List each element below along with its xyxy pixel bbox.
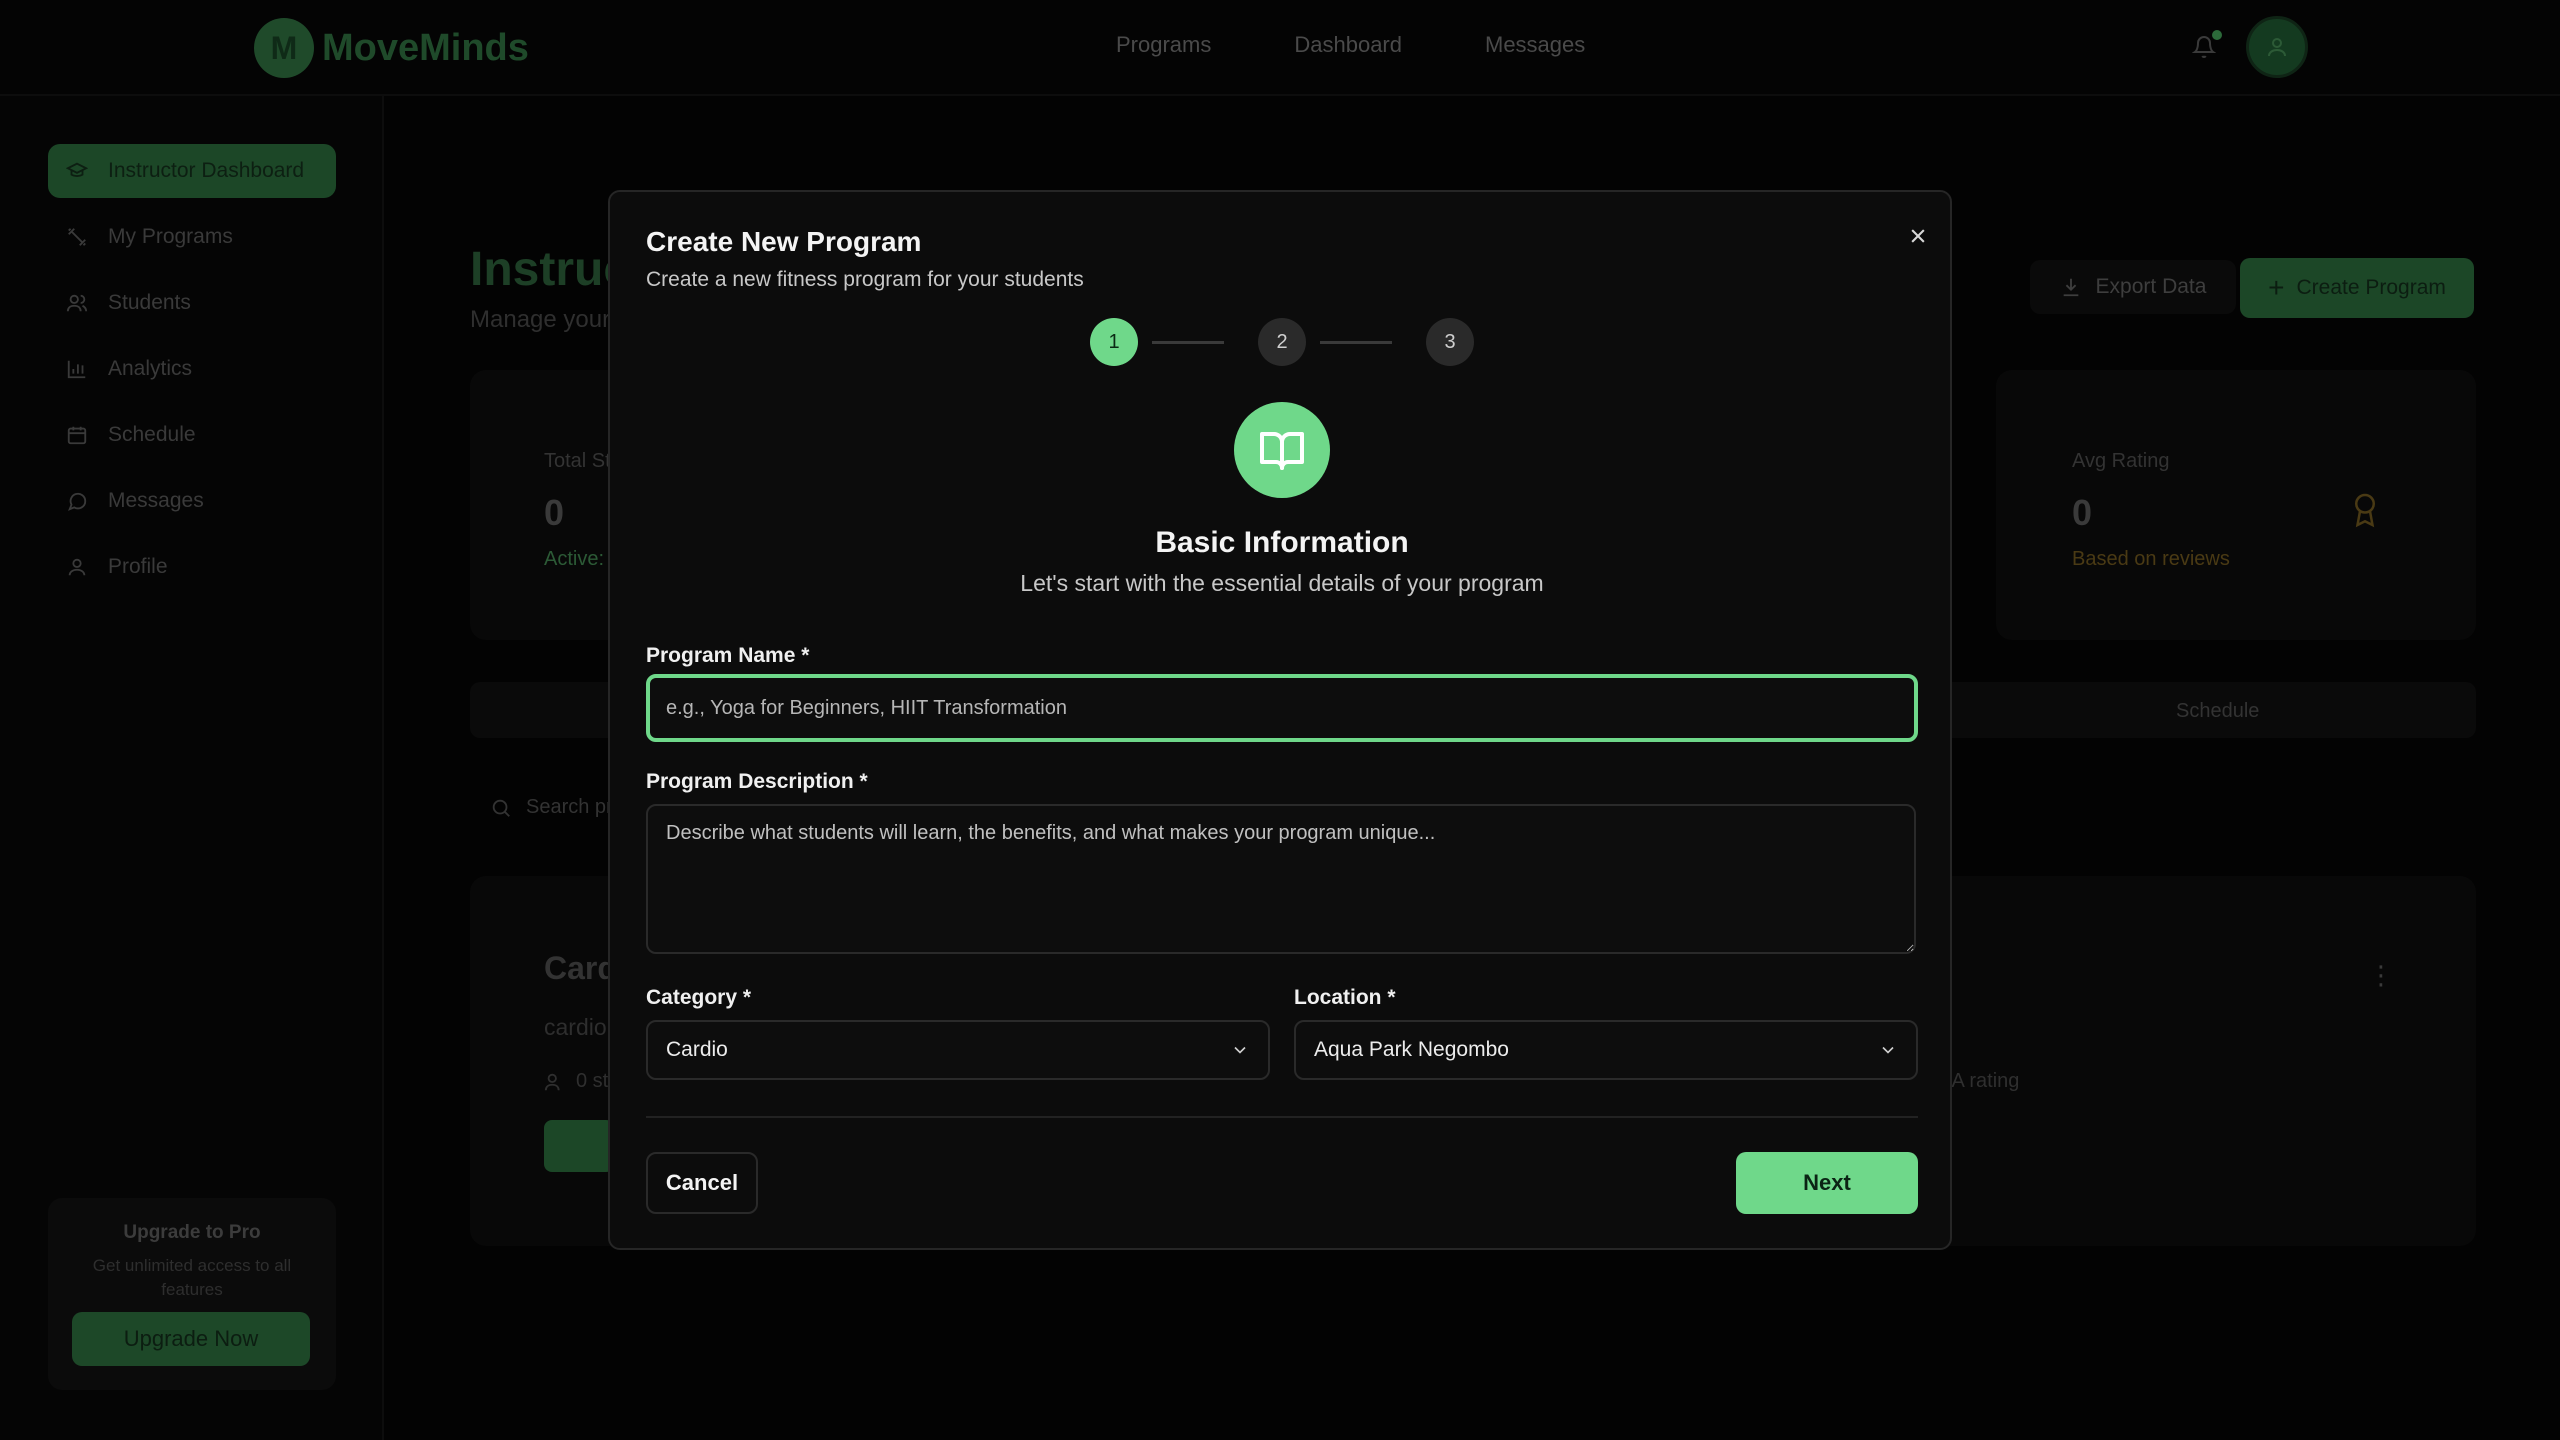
upgrade-title: Upgrade to Pro: [123, 1222, 261, 1243]
logo-mark: M: [254, 18, 314, 78]
program-students-count: 0 st: [576, 1070, 609, 1092]
sidebar-item-label: Instructor Dashboard: [108, 159, 305, 182]
export-data-label: Export Data: [2095, 275, 2207, 298]
more-options-icon[interactable]: ⋮: [2368, 960, 2394, 991]
stat-value: 0: [544, 492, 565, 533]
sidebar-item-label: Profile: [108, 555, 168, 578]
search-placeholder: Search pr: [526, 796, 613, 818]
program-description-textarea[interactable]: [646, 804, 1916, 954]
sidebar-item-label: Schedule: [108, 423, 196, 446]
stat-label: Avg Rating: [2072, 450, 2170, 472]
sidebar-item-label: Analytics: [108, 357, 193, 380]
next-button[interactable]: Next: [1736, 1152, 1918, 1214]
nav-programs[interactable]: Programs: [1116, 32, 1211, 58]
program-students: 0 st: [544, 1070, 608, 1093]
section-subtitle: Let's start with the essential details o…: [1020, 570, 1544, 596]
graduation-cap-icon: [66, 160, 88, 182]
view-program-button[interactable]: [544, 1120, 614, 1172]
stat-foot: Based on reviews: [2072, 548, 2230, 570]
sidebar-item-label: Messages: [108, 489, 204, 512]
upgrade-card: Upgrade to Pro Get unlimited access to a…: [48, 1198, 336, 1390]
create-program-label: Create Program: [2296, 276, 2446, 299]
sidebar: Instructor Dashboard My Programs Student…: [0, 96, 384, 1440]
stat-card-avg-rating: [1996, 370, 2476, 640]
book-open-icon: [1234, 402, 1330, 498]
page-title: Instruc: [470, 243, 631, 296]
sidebar-item-messages[interactable]: Messages: [48, 474, 336, 528]
bar-chart-icon: [66, 358, 88, 380]
modal-divider: [646, 1116, 1918, 1118]
section-title: Basic Information: [1155, 526, 1409, 559]
sidebar-item-label: My Programs: [108, 225, 233, 248]
step-2-indicator: 2: [1258, 318, 1306, 366]
upgrade-now-button[interactable]: Upgrade Now: [72, 1312, 310, 1366]
sidebar-item-schedule[interactable]: Schedule: [48, 408, 336, 462]
avatar[interactable]: [2246, 16, 2308, 78]
brand-name: MoveMinds: [322, 26, 529, 69]
stat-label: Total St: [544, 450, 611, 472]
step-connector: [1320, 341, 1392, 344]
category-select[interactable]: Cardio: [646, 1020, 1270, 1080]
sidebar-item-profile[interactable]: Profile: [48, 540, 336, 594]
user-icon: [66, 556, 88, 578]
search-input[interactable]: Search pr: [490, 796, 613, 819]
users-icon: [544, 1073, 560, 1090]
step-connector: [1152, 341, 1224, 344]
sidebar-item-my-programs[interactable]: My Programs: [48, 210, 336, 264]
close-icon[interactable]: [1904, 222, 1932, 250]
program-name-input[interactable]: [646, 674, 1918, 742]
sidebar-item-label: Students: [108, 291, 191, 314]
stat-value: 0: [2072, 492, 2093, 533]
create-program-modal: Create New Program Create a new fitness …: [608, 190, 1952, 1250]
page-subtitle: Manage your: [470, 306, 611, 333]
program-description-label: Program Description *: [646, 770, 868, 793]
location-label: Location *: [1294, 986, 1396, 1009]
top-bar: M MoveMinds Programs Dashboard Messages: [0, 0, 2560, 96]
upgrade-subtitle: Get unlimited access to all features: [92, 1256, 292, 1299]
category-value: Cardio: [666, 1038, 728, 1061]
location-select[interactable]: Aqua Park Negombo: [1294, 1020, 1918, 1080]
modal-title: Create New Program: [646, 226, 922, 257]
stat-foot: Active:: [544, 548, 605, 570]
program-category: cardio: [544, 1014, 607, 1040]
create-program-button[interactable]: + Create Program: [2240, 258, 2474, 318]
sidebar-item-students[interactable]: Students: [48, 276, 336, 330]
nav-messages[interactable]: Messages: [1485, 32, 1585, 58]
award-icon: [2355, 493, 2375, 528]
step-3-indicator: 3: [1426, 318, 1474, 366]
program-rating: /A rating: [1946, 1070, 2020, 1092]
category-label: Category *: [646, 986, 752, 1009]
program-name-label: Program Name *: [646, 644, 810, 667]
tab-schedule[interactable]: Schedule: [2176, 700, 2259, 723]
sidebar-item-instructor-dashboard[interactable]: Instructor Dashboard: [48, 144, 336, 198]
nav-dashboard[interactable]: Dashboard: [1294, 32, 1402, 58]
notification-dot: [2212, 30, 2222, 40]
sidebar-item-analytics[interactable]: Analytics: [48, 342, 336, 396]
calendar-icon: [66, 424, 88, 446]
users-icon: [66, 292, 88, 314]
plus-icon: +: [2268, 272, 2285, 303]
step-1-indicator: 1: [1090, 318, 1138, 366]
chevron-down-icon: [1882, 1046, 1894, 1054]
top-nav: Programs Dashboard Messages: [1116, 32, 1585, 58]
dumbbell-icon: [66, 226, 88, 248]
export-data-button[interactable]: Export Data: [2030, 260, 2236, 314]
download-icon: [2063, 278, 2078, 297]
search-icon: [492, 799, 510, 817]
location-value: Aqua Park Negombo: [1314, 1038, 1509, 1061]
app-root: M MoveMinds Programs Dashboard Messages …: [0, 0, 2560, 1440]
cancel-button[interactable]: Cancel: [646, 1152, 758, 1214]
chevron-down-icon: [1234, 1046, 1246, 1054]
modal-subtitle: Create a new fitness program for your st…: [646, 268, 1084, 291]
program-title: Card: [544, 950, 617, 986]
user-icon: [2268, 38, 2286, 57]
brand-logo[interactable]: M MoveMinds: [254, 18, 529, 78]
message-icon: [66, 490, 88, 512]
